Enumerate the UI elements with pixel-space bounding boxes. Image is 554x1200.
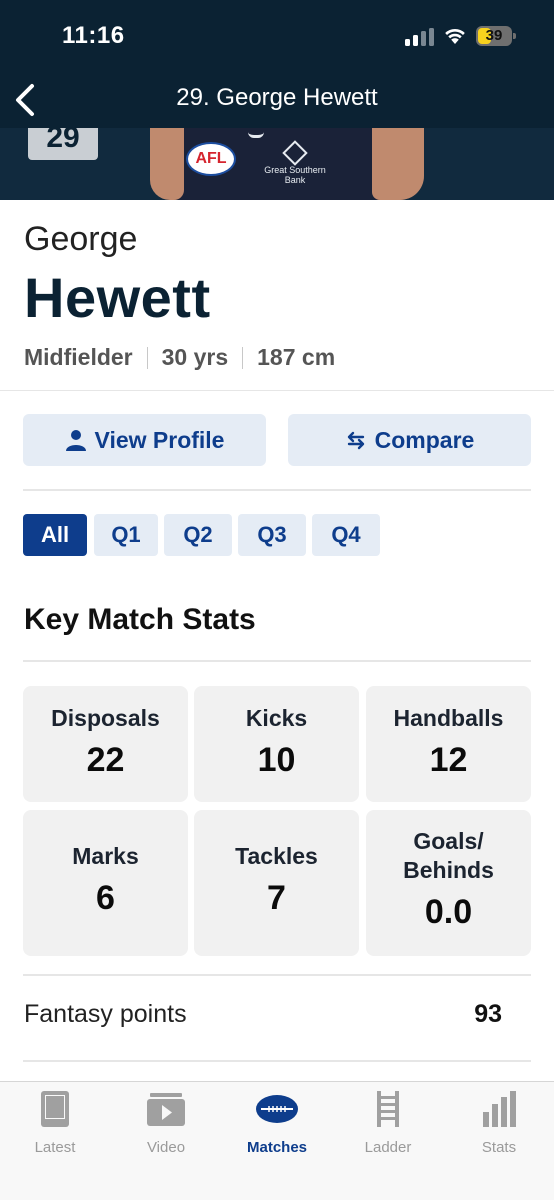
tab-label: Video: [146, 1139, 186, 1156]
ladder-icon: [377, 1091, 399, 1127]
sponsor-mark-icon: [282, 140, 308, 166]
stat-card-goals-behinds: Goals/ Behinds 0.0: [366, 810, 531, 956]
tab-label: Stats: [481, 1139, 517, 1156]
meta-divider: [242, 346, 244, 369]
nav-bar: 29. George Hewett: [0, 72, 554, 128]
wifi-icon: [445, 28, 465, 44]
player-age: 30 yrs: [161, 344, 229, 370]
tab-label: Ladder: [364, 1139, 412, 1156]
view-profile-button[interactable]: View Profile: [23, 414, 266, 466]
stat-label: Handballs: [393, 705, 504, 731]
player-height: 187 cm: [257, 344, 336, 370]
football-icon: [256, 1095, 298, 1123]
stat-label: Disposals: [51, 705, 160, 731]
quarter-tab-q4[interactable]: Q4: [312, 514, 380, 556]
player-last-name: Hewett: [24, 266, 211, 329]
stat-card-marks: Marks 6: [23, 810, 188, 956]
header-area: 11:16 39 29. George Hewett 29 AFL Great …: [0, 0, 554, 200]
stat-value: 6: [96, 879, 115, 917]
quarter-tab-q2[interactable]: Q2: [164, 514, 232, 556]
tab-video[interactable]: Video: [111, 1090, 221, 1160]
key-stats-title: Key Match Stats: [24, 603, 256, 636]
divider: [23, 660, 531, 662]
jersey-number-badge: 29: [28, 128, 98, 160]
fantasy-points-value: 93: [474, 1000, 502, 1028]
stat-card-handballs: Handballs 12: [366, 686, 531, 802]
tab-stats[interactable]: Stats: [444, 1090, 554, 1160]
arm-graphic-right: [372, 128, 424, 200]
bottom-tab-bar: Latest Video Matches Ladder Stats: [0, 1081, 554, 1200]
afl-logo: AFL: [186, 142, 236, 176]
tab-label: Matches: [246, 1139, 308, 1156]
divider: [23, 1060, 531, 1062]
tab-ladder[interactable]: Ladder: [333, 1090, 443, 1160]
fantasy-points-label: Fantasy points: [24, 1000, 187, 1028]
view-profile-label: View Profile: [94, 426, 225, 453]
stat-card-disposals: Disposals 22: [23, 686, 188, 802]
compare-label: Compare: [374, 426, 475, 453]
video-icon: [147, 1093, 185, 1126]
swap-arrows-icon: [347, 431, 364, 450]
puma-logo-icon: [248, 128, 264, 138]
latest-icon: [41, 1091, 69, 1127]
tab-latest[interactable]: Latest: [0, 1090, 110, 1160]
page-title: 29. George Hewett: [176, 84, 378, 111]
stat-label: Tackles: [235, 843, 318, 869]
person-icon: [65, 430, 86, 451]
player-first-name: George: [24, 220, 138, 258]
player-hero-image: 29 AFL Great Southern Bank: [0, 128, 554, 200]
arm-graphic-left: [150, 128, 184, 200]
compare-button[interactable]: Compare: [288, 414, 531, 466]
stat-label-line1: Goals/: [413, 828, 484, 854]
player-meta: Midfielder 30 yrs 187 cm: [24, 344, 335, 371]
sponsor-text: Great Southern Bank: [264, 165, 326, 185]
divider: [23, 974, 531, 976]
bar-chart-icon: [483, 1091, 516, 1127]
battery-icon: 39: [476, 26, 516, 46]
stat-value: 0.0: [424, 893, 473, 931]
stat-card-tackles: Tackles 7: [194, 810, 359, 956]
stat-label-line2: Behinds: [403, 857, 494, 883]
quarter-tab-q3[interactable]: Q3: [238, 514, 306, 556]
player-position: Midfielder: [24, 344, 133, 370]
stat-value: 10: [257, 741, 296, 779]
divider: [0, 390, 554, 391]
stat-card-kicks: Kicks 10: [194, 686, 359, 802]
stat-value: 22: [86, 741, 125, 779]
tab-matches[interactable]: Matches: [222, 1090, 332, 1160]
sponsor-logo: Great Southern Bank: [260, 140, 330, 185]
stat-label: Marks: [72, 843, 139, 869]
stat-value: 7: [267, 879, 286, 917]
stat-value: 12: [429, 741, 468, 779]
meta-divider: [146, 346, 148, 369]
cellular-signal-icon: [405, 28, 435, 46]
stat-label: Kicks: [245, 705, 308, 731]
status-time: 11:16: [62, 22, 125, 49]
quarter-tab-all[interactable]: All: [23, 514, 87, 556]
quarter-tab-q1[interactable]: Q1: [94, 514, 158, 556]
battery-level: 39: [485, 27, 503, 44]
status-bar: 11:16 39: [0, 0, 554, 72]
tab-label: Latest: [34, 1139, 76, 1156]
divider: [23, 489, 531, 491]
